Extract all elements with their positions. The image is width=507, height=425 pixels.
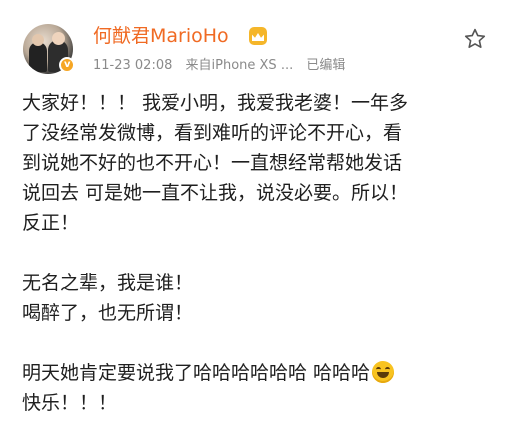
content-line: 说回去 可是她一直不让我，说没必要。所以！: [22, 182, 409, 204]
content-line: 了没经常发微博，看到难听的评论不开心，看: [22, 122, 403, 144]
star-outline-icon[interactable]: [463, 27, 487, 51]
post-header: v 何猷君MarioHo 11-23 02:08 来自iPhone XS ...…: [0, 0, 507, 80]
content-line: 到说她不好的也不开心！一直想经常帮她发话: [22, 152, 403, 174]
content-line: 反正！: [22, 212, 80, 234]
content-line: 无名之辈，我是谁！: [22, 272, 194, 294]
content-line: 喝醉了，也无所谓！: [22, 302, 194, 324]
content-line-with-emoji: 明天她肯定要说我了哈哈哈哈哈哈 哈哈哈: [22, 358, 492, 388]
post-content: 大家好！！！ 我爱小明，我爱我老婆！一年多 了没经常发微博，看到难听的评论不开心…: [22, 88, 492, 418]
vip-crown-icon[interactable]: [249, 27, 267, 45]
avatar-face-right: [52, 32, 65, 45]
avatar-figure-left: [29, 42, 47, 72]
grinning-face-emoji-icon: [372, 361, 395, 383]
content-text: 明天她肯定要说我了哈哈哈哈哈哈 哈哈哈: [22, 362, 371, 384]
avatar-face-left: [32, 34, 44, 46]
author-name[interactable]: 何猷君MarioHo: [93, 24, 229, 48]
content-line: 快乐！！！: [22, 392, 118, 414]
edited-label[interactable]: 已编辑: [306, 58, 345, 73]
post-source[interactable]: 来自iPhone XS ...: [186, 58, 294, 73]
content-line: 大家好！！！ 我爱小明，我爱我老婆！一年多: [22, 92, 409, 114]
post-meta: 11-23 02:08 来自iPhone XS ... 已编辑: [93, 58, 354, 74]
post-time: 11-23 02:08: [93, 58, 173, 73]
verified-badge-icon: v: [59, 57, 75, 73]
